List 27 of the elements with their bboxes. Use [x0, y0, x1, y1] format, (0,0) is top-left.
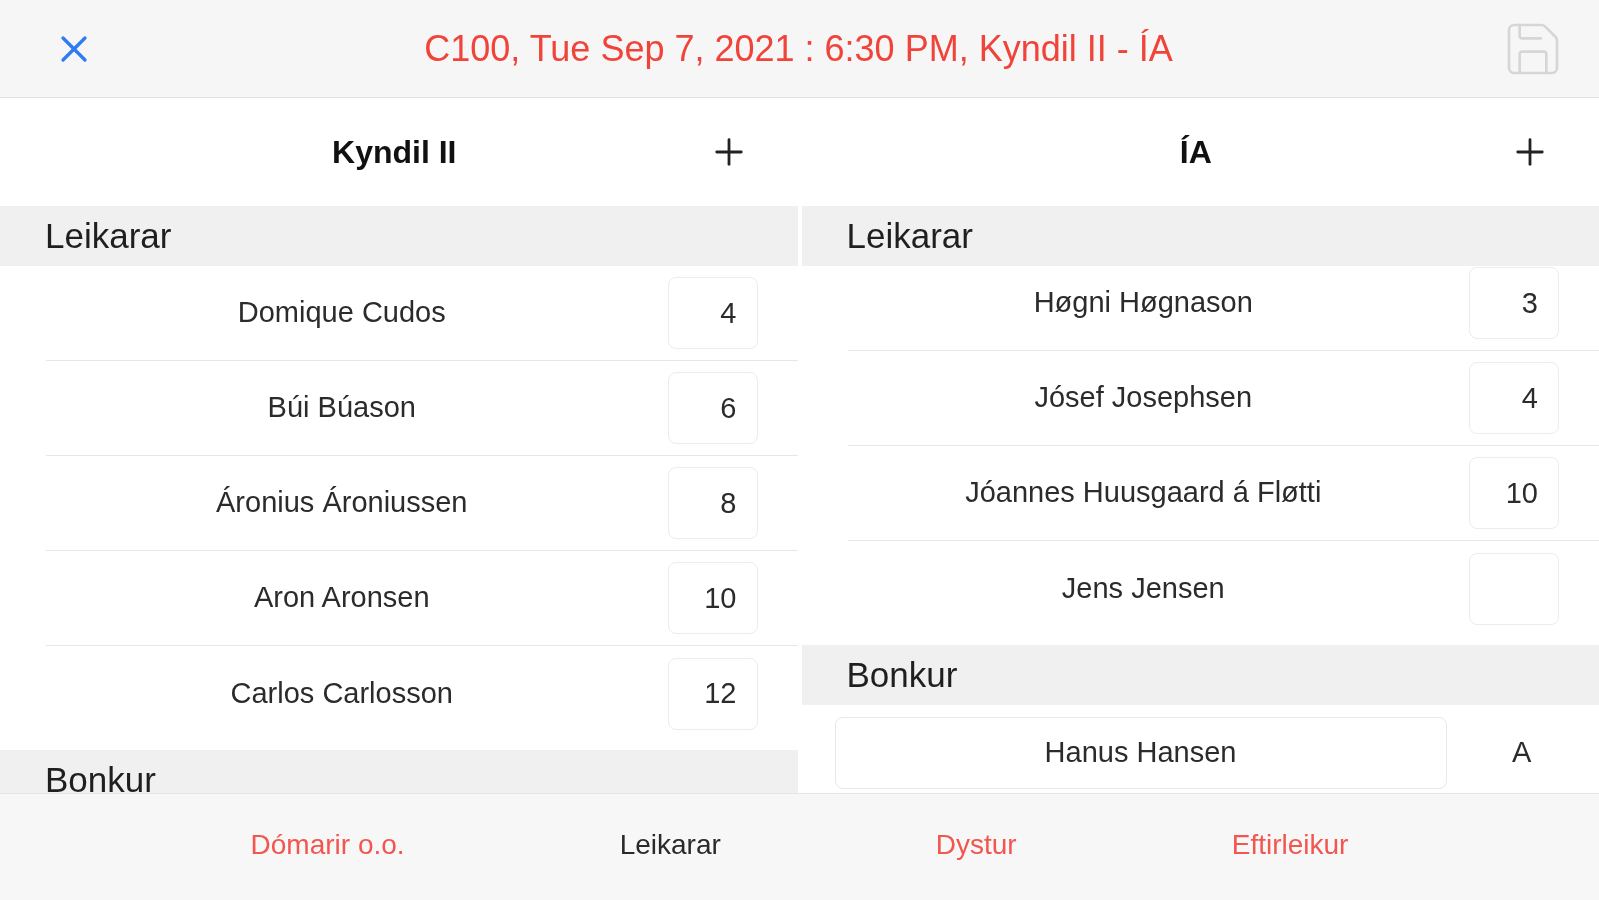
player-name: Áronius Ároniussen [216, 485, 468, 521]
number-field[interactable]: 10 [1469, 457, 1559, 529]
number-field[interactable]: 4 [667, 277, 758, 349]
team-name: Kyndil II [332, 133, 457, 172]
player-name: Jóannes Huusgaard á Fløtti [965, 475, 1322, 511]
number-field[interactable]: 6 [667, 372, 758, 444]
number-field[interactable]: 10 [667, 562, 758, 634]
number-field[interactable]: 4 [1469, 362, 1559, 434]
player-name: Jósef Josephsen [1034, 380, 1253, 416]
player-name: Búi Búason [267, 390, 416, 426]
section-title: Leikarar [45, 214, 172, 257]
team-name: ÍA [1179, 133, 1212, 172]
player-tag: A [1512, 731, 1532, 775]
player-name: Aron Aronsen [253, 580, 430, 616]
player-name: Høgni Høgnason [1033, 285, 1253, 321]
section-title: Leikarar [846, 214, 973, 257]
match-title: C100, Tue Sep 7, 2021 : 6:30 PM, Kyndil II - ÍA [424, 26, 1173, 71]
player-name: Jens Jensen [1061, 570, 1225, 606]
number-field[interactable]: 12 [667, 657, 758, 730]
number-field[interactable]: 3 [1469, 267, 1559, 339]
player-button[interactable]: Hanus Hansen [834, 717, 1447, 789]
player-name: Domique Cudos [237, 295, 446, 331]
number-field[interactable]: 8 [667, 467, 758, 539]
player-name: Carlos Carlosson [230, 675, 453, 711]
section-title: Bonkur [45, 758, 156, 793]
section-title: Bonkur [846, 653, 958, 696]
tab[interactable]: Leikarar [619, 824, 721, 866]
